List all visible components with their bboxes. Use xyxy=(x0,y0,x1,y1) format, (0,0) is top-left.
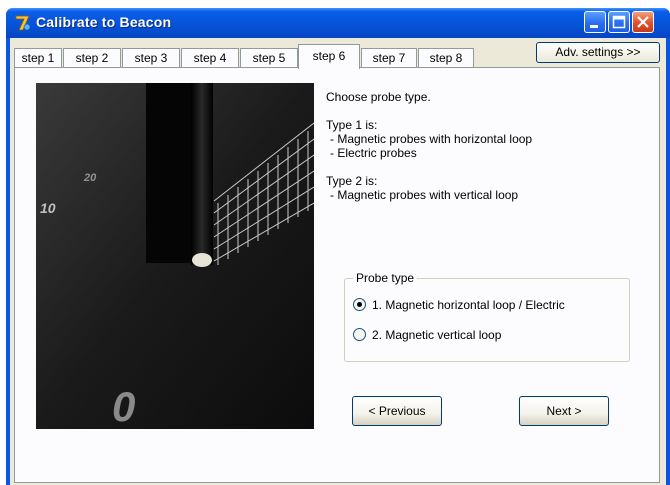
probe-photo-illustration: 10 20 0 xyxy=(36,83,314,429)
title-bar[interactable]: Calibrate to Beacon xyxy=(6,8,670,38)
tab-step-3[interactable]: step 3 xyxy=(122,48,180,68)
previous-button[interactable]: < Previous xyxy=(352,396,442,426)
next-button[interactable]: Next > xyxy=(519,396,609,426)
tab-step-8[interactable]: step 8 xyxy=(418,48,474,68)
type2-item-1: - Magnetic probes with vertical loop xyxy=(330,188,519,202)
close-button[interactable] xyxy=(632,11,654,33)
tab-step-7[interactable]: step 7 xyxy=(361,48,417,68)
radio-option-2[interactable]: 2. Magnetic vertical loop xyxy=(353,327,501,343)
svg-text:0: 0 xyxy=(112,383,135,429)
app-logo-icon xyxy=(15,15,31,31)
maximize-icon xyxy=(612,15,626,29)
radio-option-1[interactable]: 1. Magnetic horizontal loop / Electric xyxy=(353,297,565,313)
type2-heading: Type 2 is: xyxy=(326,174,378,188)
close-icon xyxy=(637,16,649,28)
type1-item-1: - Magnetic probes with horizontal loop xyxy=(330,132,533,146)
window-title: Calibrate to Beacon xyxy=(36,14,172,30)
tab-step-6[interactable]: step 6 xyxy=(298,44,360,69)
svg-text:20: 20 xyxy=(83,172,97,184)
probe-type-group: Probe type 1. Magnetic horizontal loop /… xyxy=(344,271,630,362)
maximize-button[interactable] xyxy=(608,11,630,33)
tab-step-1[interactable]: step 1 xyxy=(14,48,62,68)
minimize-button[interactable] xyxy=(584,11,606,33)
radio-option-1-label: 1. Magnetic horizontal loop / Electric xyxy=(372,298,565,312)
svg-text:10: 10 xyxy=(40,200,56,216)
radio-selected-dot xyxy=(357,302,362,308)
prompt-text: Choose probe type. xyxy=(326,90,431,104)
tab-step-2[interactable]: step 2 xyxy=(63,48,121,68)
type1-heading: Type 1 is: xyxy=(326,118,378,132)
radio-button-2[interactable] xyxy=(353,328,366,342)
radio-button-1[interactable] xyxy=(353,298,366,312)
probe-type-description: Choose probe type. Type 1 is: - Magnetic… xyxy=(326,90,656,202)
type1-item-2: - Electric probes xyxy=(330,146,417,160)
tab-step-4[interactable]: step 4 xyxy=(181,48,239,68)
tab-step-5[interactable]: step 5 xyxy=(240,48,298,68)
radio-option-2-label: 2. Magnetic vertical loop xyxy=(372,328,502,342)
dialog-window: Calibrate to Beacon step 1 step 2 step 3… xyxy=(6,8,670,485)
adv-settings-button[interactable]: Adv. settings >> xyxy=(536,42,660,63)
probe-photo: 10 20 0 xyxy=(36,83,314,429)
probe-type-legend: Probe type xyxy=(353,271,418,285)
minimize-icon xyxy=(590,25,598,28)
